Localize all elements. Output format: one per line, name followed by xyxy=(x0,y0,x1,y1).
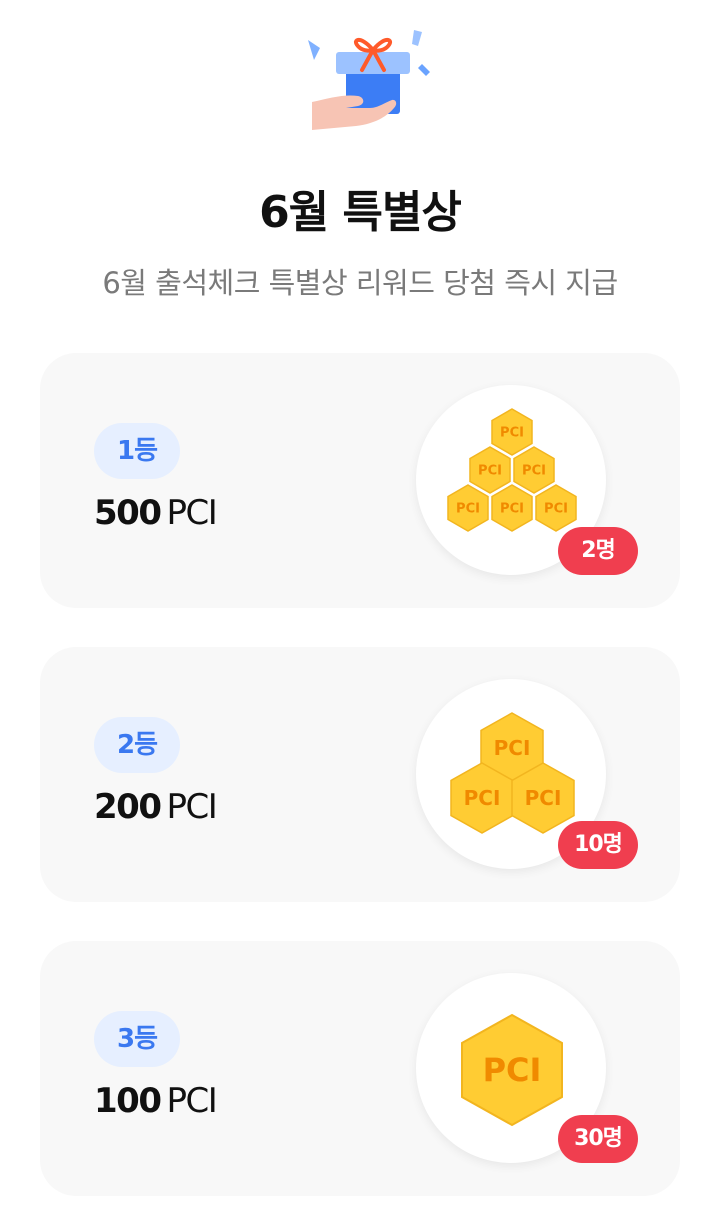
svg-text:PCI: PCI xyxy=(525,786,562,810)
winner-count-badge: 2명 xyxy=(558,527,638,575)
prize-amount-unit: PCI xyxy=(166,1081,217,1121)
svg-text:PCI: PCI xyxy=(494,736,531,760)
page-subtitle: 6월 출석체크 특별상 리워드 당첨 즉시 지급 xyxy=(102,266,618,300)
rank-badge: 2등 xyxy=(94,717,180,773)
rank-badge: 3등 xyxy=(94,1011,180,1067)
prize-amount: 500 PCI xyxy=(94,493,218,533)
svg-text:PCI: PCI xyxy=(544,502,568,517)
prize-card-3: 3등 100 PCI PCI 30명 xyxy=(40,941,680,1196)
coin-icon: PCI xyxy=(491,408,533,456)
coin-icon: PCI xyxy=(447,484,489,532)
prize-amount: 200 PCI xyxy=(94,787,218,827)
prize-amount: 100 PCI xyxy=(94,1081,218,1121)
prize-amount-value: 500 xyxy=(94,493,162,533)
svg-text:PCI: PCI xyxy=(483,1051,542,1089)
svg-text:PCI: PCI xyxy=(522,464,546,479)
svg-text:PCI: PCI xyxy=(500,426,524,441)
coin-icon: PCI xyxy=(461,1013,563,1127)
prize-card-2: 2등 200 PCI PCI PCI PCI 10명 xyxy=(40,647,680,902)
winner-count-badge: 10명 xyxy=(558,821,638,869)
svg-text:PCI: PCI xyxy=(500,502,524,517)
coin-icon: PCI xyxy=(491,484,533,532)
svg-text:PCI: PCI xyxy=(478,464,502,479)
winner-count-badge: 30명 xyxy=(558,1115,638,1163)
prize-amount-value: 200 xyxy=(94,787,162,827)
prize-amount-unit: PCI xyxy=(166,493,217,533)
svg-text:PCI: PCI xyxy=(464,786,501,810)
svg-text:PCI: PCI xyxy=(456,502,480,517)
coin-icon: PCI xyxy=(535,484,577,532)
prize-amount-unit: PCI xyxy=(166,787,217,827)
gift-in-hand-icon xyxy=(300,26,440,134)
rank-badge: 1등 xyxy=(94,423,180,479)
coin-icon: PCI xyxy=(469,446,511,494)
prize-card-1: 1등 500 PCI PCI PCI PCI PCI PCI PCI 2명 xyxy=(40,353,680,608)
prize-amount-value: 100 xyxy=(94,1081,162,1121)
page-title: 6월 특별상 xyxy=(259,187,462,238)
coin-icon: PCI xyxy=(513,446,555,494)
